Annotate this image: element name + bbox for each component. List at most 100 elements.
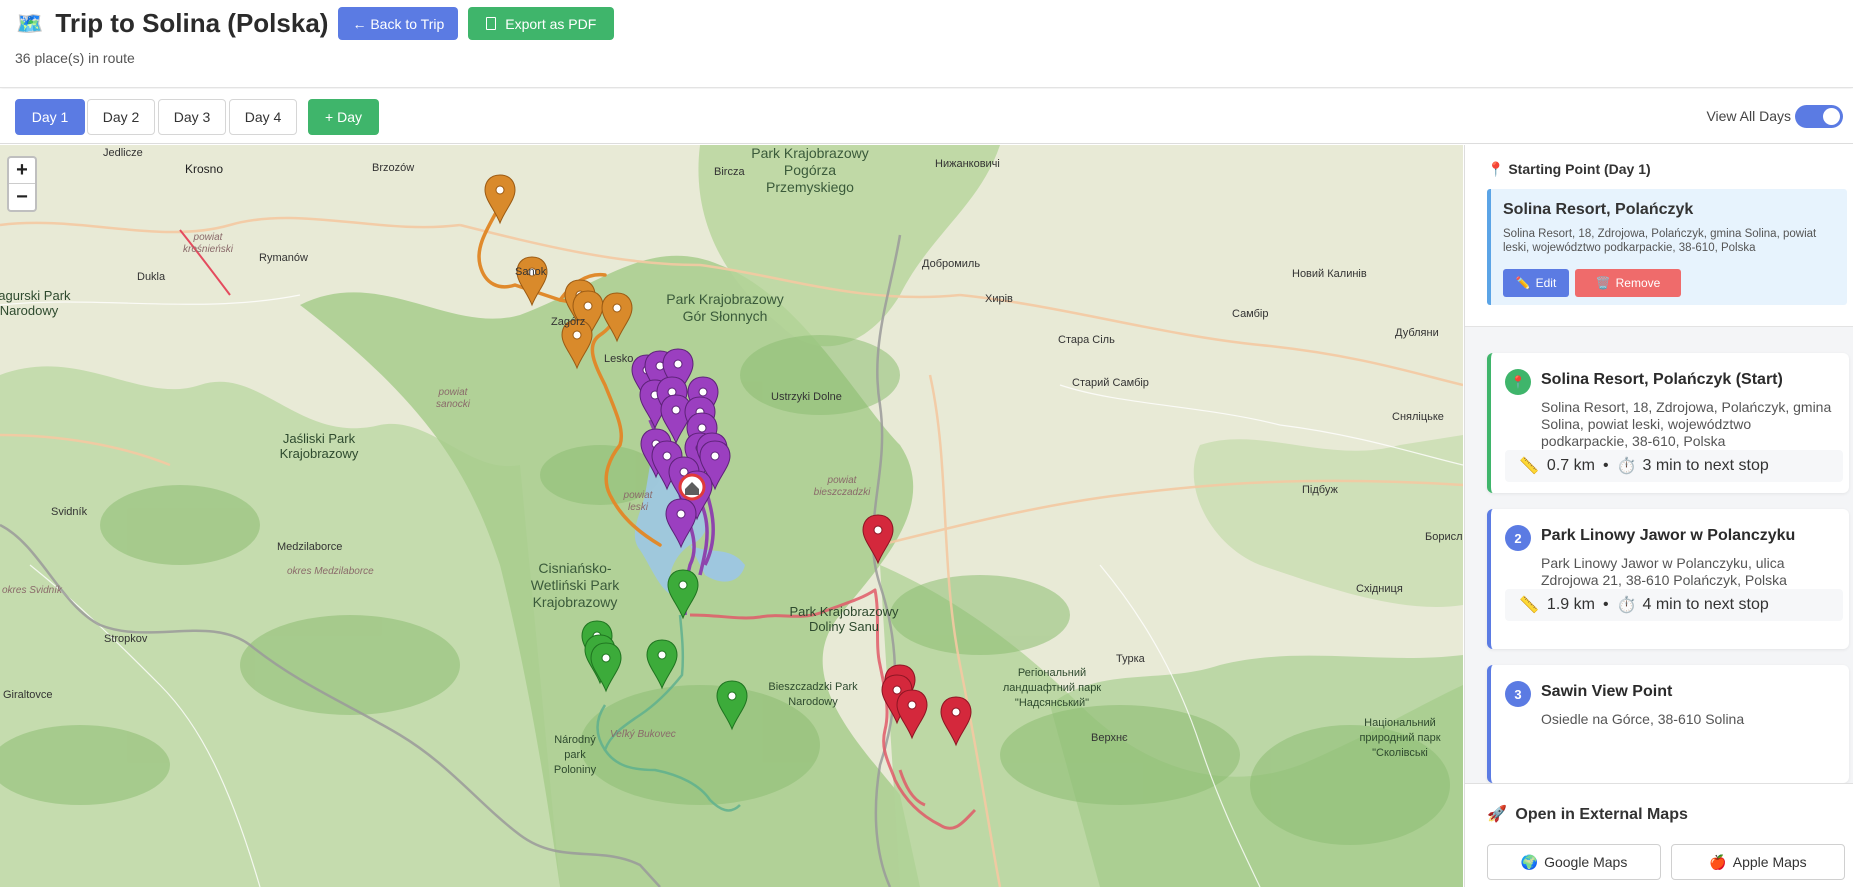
starting-point-section: 📍 Starting Point (Day 1) Solina Resort, … <box>1465 145 1853 327</box>
tab-day-1[interactable]: Day 1 <box>15 99 85 135</box>
stop-number: 3 <box>1505 681 1531 707</box>
external-maps-title: 🚀 Open in External Maps <box>1487 804 1688 824</box>
edit-label: Edit <box>1535 276 1557 290</box>
add-day-button[interactable]: + Day <box>308 99 379 135</box>
export-pdf-label: Export as PDF <box>505 15 597 32</box>
map-label: Svidník <box>51 506 88 518</box>
map-label: Національний природний парк "Сколівські <box>1359 717 1441 759</box>
map-label: Krosno <box>185 162 224 176</box>
map-label: Bircza <box>714 166 745 178</box>
external-maps-title-text: Open in External Maps <box>1515 806 1688 823</box>
places-count: 36 place(s) in route <box>15 50 135 66</box>
toggle-knob <box>1823 108 1840 125</box>
map-label: Старий Самбір <box>1072 377 1149 389</box>
map-label: Jaśliski Park Krajobrazowy <box>279 431 359 461</box>
zoom-in-button[interactable]: + <box>9 158 35 184</box>
map-label: Park Krajobrazowy Pogórza Przemyskiego <box>751 145 869 195</box>
stop-card-2[interactable]: 2 Park Linowy Jawor w Polanczyku Park Li… <box>1487 509 1849 649</box>
map-label: Новий Калинів <box>1292 268 1367 280</box>
map-label: Борислав <box>1425 531 1463 543</box>
map-label: Хирів <box>985 293 1013 305</box>
stop-name: Solina Resort, Polańczyk (Start) <box>1541 371 1783 388</box>
map-label: okres Svidník <box>2 585 63 596</box>
view-all-days-toggle[interactable] <box>1795 105 1843 128</box>
map-label: Нижанковичі <box>935 158 1000 170</box>
stop-time: 3 min to next stop <box>1642 457 1769 474</box>
map-label: Brzozów <box>372 162 415 174</box>
page-title: Trip to Solina (Polska) <box>55 8 329 38</box>
title-row: 🗺️ Trip to Solina (Polska) ← Back to Tri… <box>16 7 615 40</box>
map-label: Magurski Park Narodowy <box>0 288 71 318</box>
starting-point-card: Solina Resort, Polańczyk Solina Resort, … <box>1487 189 1847 305</box>
day-tabs-bar: Day 1 Day 2 Day 3 Day 4 + Day View All D… <box>0 89 1853 144</box>
stop-distance-info: 📏 1.9 km • ⏱️ 4 min to next stop <box>1505 589 1843 621</box>
export-pdf-button[interactable]: Export as PDF <box>468 7 615 40</box>
stop-start-marker: 📍 <box>1505 369 1531 395</box>
map-label: Самбір <box>1232 308 1269 320</box>
stop-card-3[interactable]: 3 Sawin View Point Osiedle na Górce, 38-… <box>1487 665 1849 783</box>
map-view[interactable]: Jedlicze Krosno Brzozów Bircza Park Kraj… <box>0 145 1463 887</box>
stop-distance: 1.9 km <box>1546 596 1595 613</box>
map-label: powiat sanocki <box>436 387 470 410</box>
map-label: Jedlicze <box>103 147 143 159</box>
zoom-control: + − <box>7 156 37 212</box>
starting-point-title: 📍 Starting Point (Day 1) <box>1487 161 1651 178</box>
tab-day-4[interactable]: Day 4 <box>229 99 297 135</box>
map-label: Zagórz <box>551 316 586 328</box>
map-label: okres Medzilaborce <box>287 566 374 577</box>
map-label: Cisniańsko-Wetliński Park Krajobrazowy <box>530 560 620 610</box>
stop-distance: 0.7 km <box>1546 457 1595 474</box>
map-label: Giraltovce <box>3 689 53 701</box>
map-label: powiat bieszczadzki <box>813 475 871 498</box>
trash-icon: 🗑️ <box>1595 276 1611 290</box>
tab-day-2[interactable]: Day 2 <box>87 99 155 135</box>
map-label: Národný park Poloniny <box>553 734 597 776</box>
map-label: Турка <box>1116 653 1145 665</box>
map-label: Добромиль <box>922 258 981 270</box>
globe-icon: 🌍 <box>1520 853 1539 870</box>
separator-dot: • <box>1602 457 1609 474</box>
stop-address: Solina Resort, 18, Zdrojowa, Polańczyk, … <box>1541 399 1832 449</box>
map-label: Регіональний ландшафтний парк "Надсянськ… <box>1002 667 1102 709</box>
separator-dot: • <box>1602 596 1609 613</box>
stopwatch-icon: ⏱️ <box>1616 597 1637 614</box>
map-label: Східниця <box>1356 583 1403 595</box>
back-to-trip-button[interactable]: ← Back to Trip <box>338 7 459 40</box>
map-label: Дубляни <box>1395 327 1439 339</box>
remove-starting-point-button[interactable]: 🗑️ Remove <box>1575 269 1681 297</box>
map-label: Medzilaborce <box>277 541 343 553</box>
map-label: Верхнє <box>1091 732 1128 744</box>
ruler-icon: 📏 <box>1519 458 1539 475</box>
stop-address: Park Linowy Jawor w Polanczyku, ulica Zd… <box>1541 555 1787 588</box>
stopwatch-icon: ⏱️ <box>1616 458 1637 475</box>
edit-starting-point-button[interactable]: ✏️ Edit <box>1503 269 1569 297</box>
map-label: Veľký Bukovec <box>610 729 676 740</box>
map-label: Підбуж <box>1302 484 1338 496</box>
map-label: Ustrzyki Dolne <box>771 391 842 403</box>
apple-maps-button[interactable]: 🍎 Apple Maps <box>1671 844 1845 880</box>
map-label: Park Krajobrazowy Doliny Sanu <box>789 604 899 634</box>
google-maps-button[interactable]: 🌍 Google Maps <box>1487 844 1661 880</box>
map-label: Dukla <box>137 271 166 283</box>
map-label: powiat leski <box>623 490 653 513</box>
zoom-out-button[interactable]: − <box>9 184 35 210</box>
apple-maps-label: Apple Maps <box>1732 854 1807 870</box>
stop-name: Park Linowy Jawor w Polanczyku <box>1541 527 1796 544</box>
tab-day-3[interactable]: Day 3 <box>158 99 226 135</box>
stop-card-start[interactable]: 📍 Solina Resort, Polańczyk (Start) Solin… <box>1487 353 1849 493</box>
map-label: Stropkov <box>104 633 148 645</box>
stop-name: Sawin View Point <box>1541 683 1673 700</box>
document-icon <box>486 17 497 30</box>
starting-point-title-text: Starting Point (Day 1) <box>1508 161 1651 177</box>
pin-icon: 📍 <box>1487 161 1505 177</box>
stop-distance-info: 📏 0.7 km • ⏱️ 3 min to next stop <box>1505 450 1843 482</box>
map-canvas[interactable] <box>0 145 1463 887</box>
map-label: Стара Сіль <box>1058 334 1115 346</box>
map-label: powiat krośnieński <box>182 232 234 255</box>
ruler-icon: 📏 <box>1519 597 1539 614</box>
map-label: Park Krajobrazowy Gór Słonnych <box>666 291 784 324</box>
page-header: 🗺️ Trip to Solina (Polska) ← Back to Tri… <box>0 0 1853 88</box>
map-label: Lesko <box>604 353 634 365</box>
map-label: Bieszczadzki Park Narodowy <box>768 681 858 708</box>
stop-time: 4 min to next stop <box>1642 596 1769 613</box>
